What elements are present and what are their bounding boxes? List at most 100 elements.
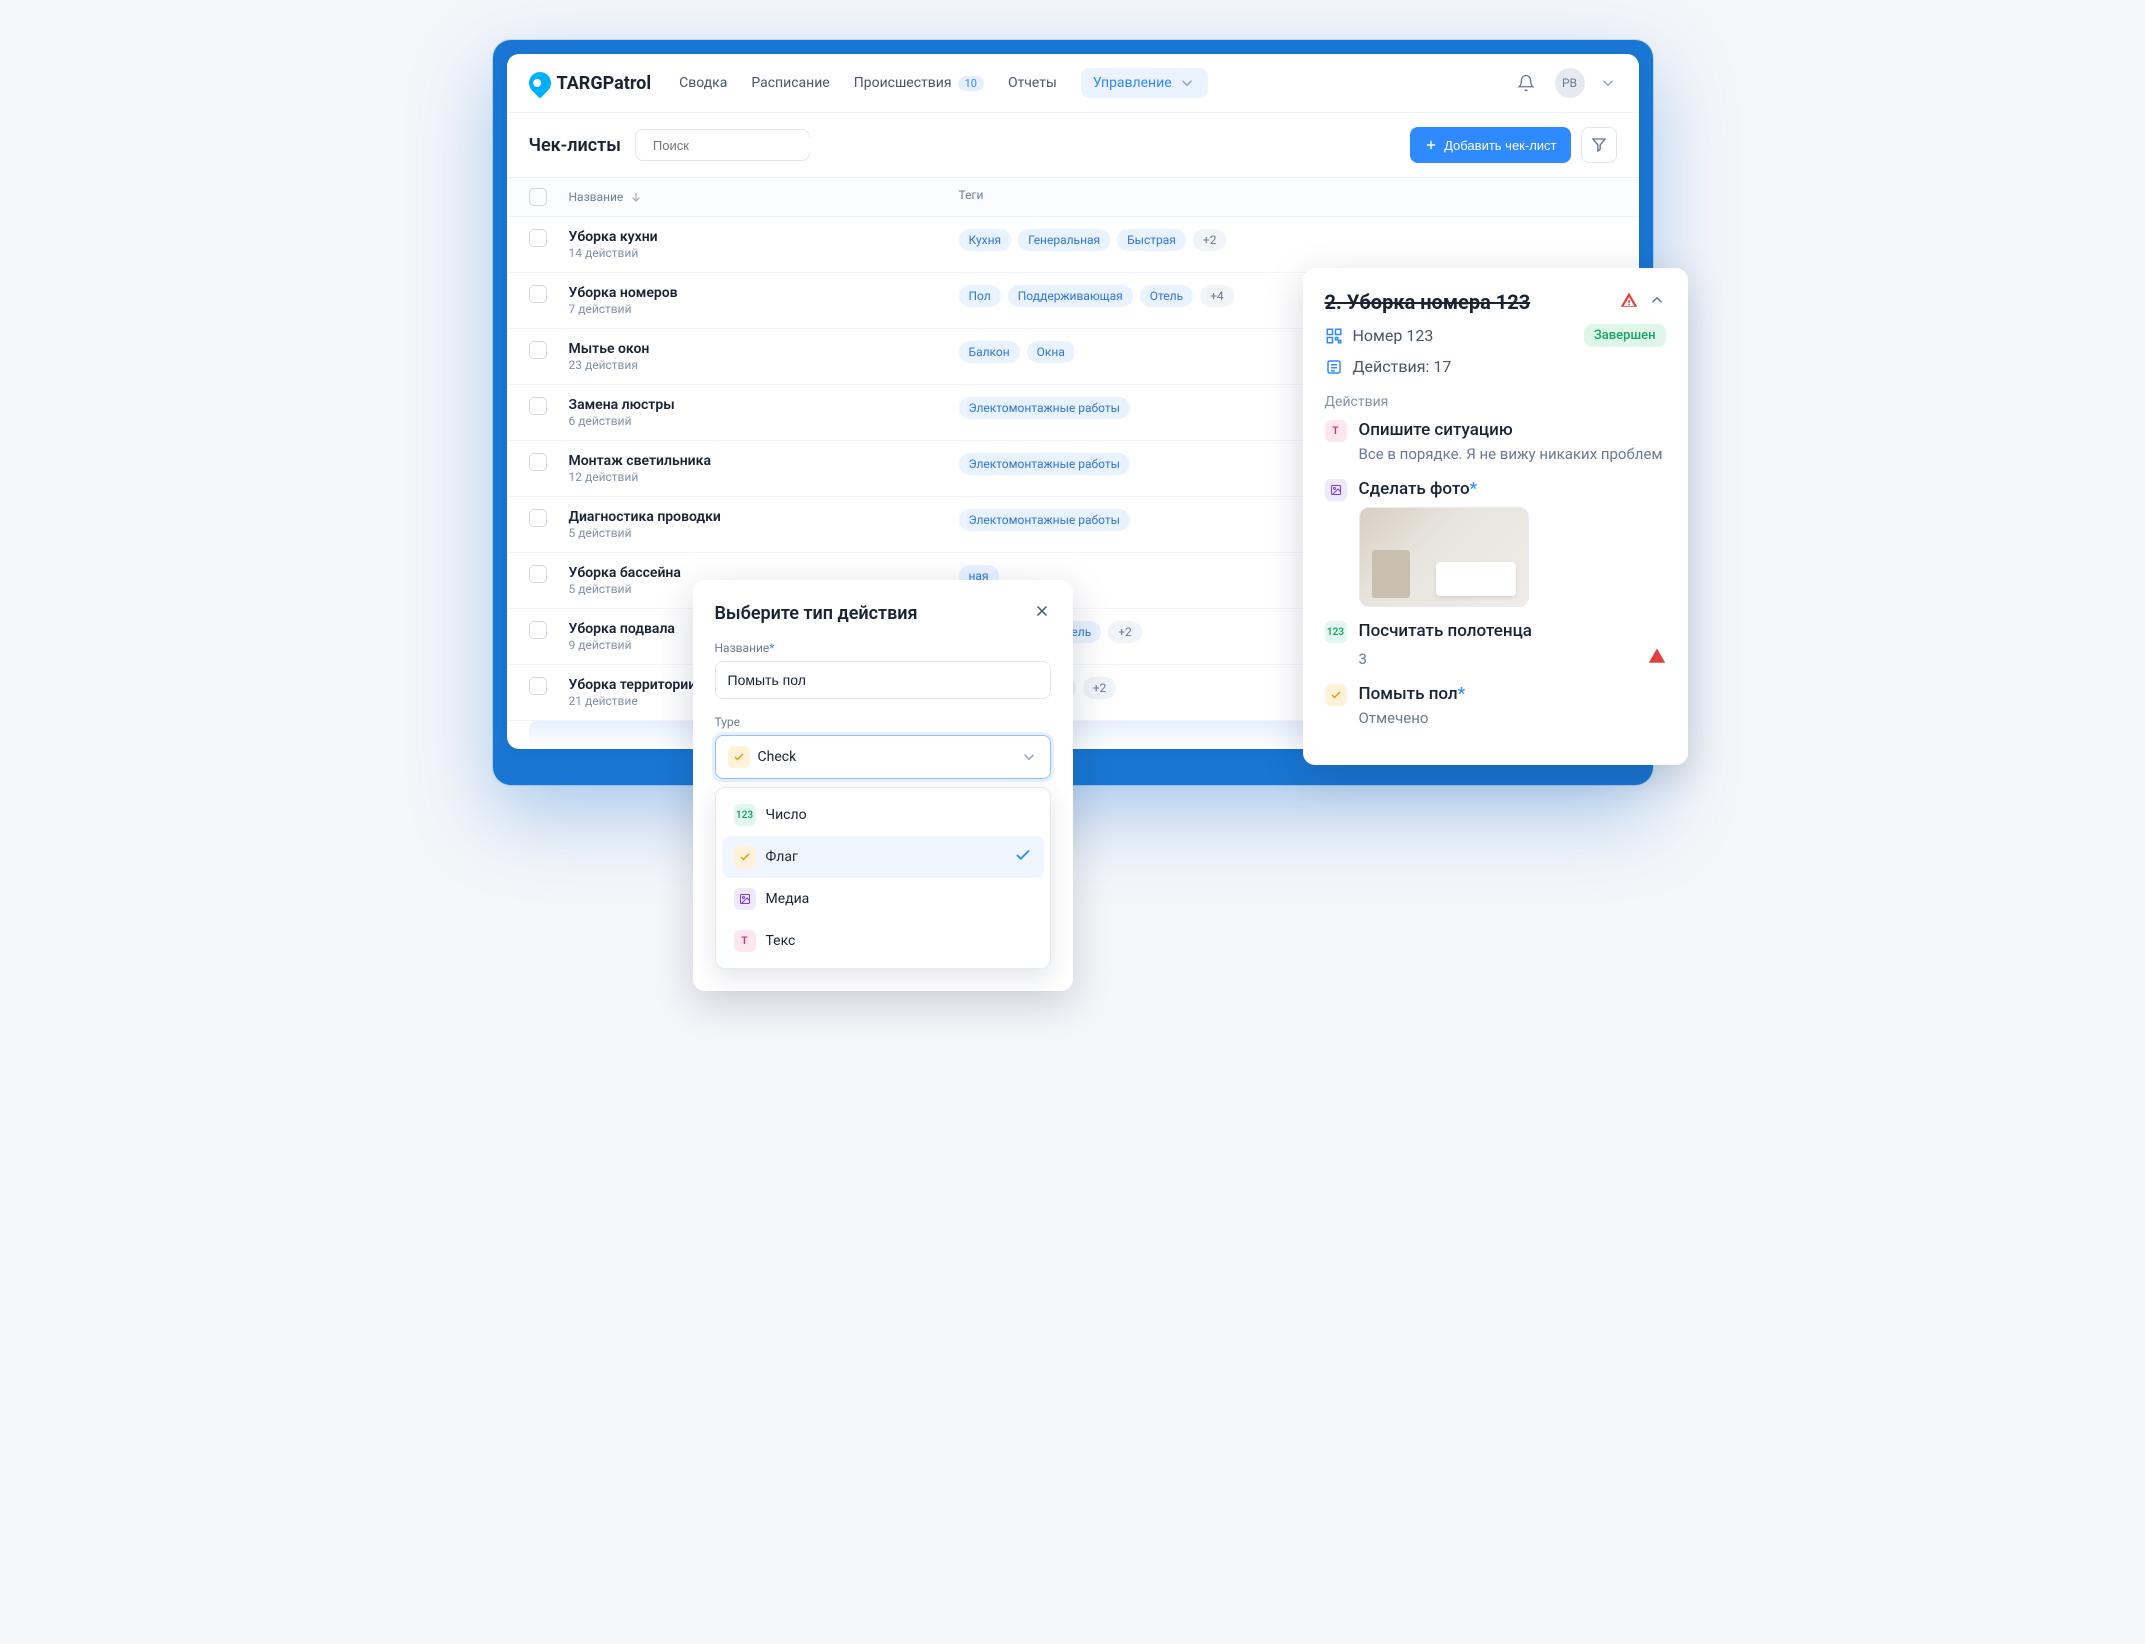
modal-close-button[interactable] <box>1033 602 1051 625</box>
tag[interactable]: Электомонтажные работы <box>959 453 1130 475</box>
row-subtitle: 21 действие <box>569 694 697 708</box>
select-all-checkbox[interactable] <box>529 188 547 206</box>
row-checkbox[interactable] <box>529 229 547 247</box>
add-checklist-button[interactable]: Добавить чек-лист <box>1410 127 1570 163</box>
row-title: Уборка бассейна <box>569 565 681 581</box>
subheader: Чек-листы Добавить чек-лист <box>507 113 1639 177</box>
nav-summary[interactable]: Сводка <box>679 75 727 91</box>
notifications-button[interactable] <box>1511 68 1541 98</box>
type-selected: Check <box>758 749 797 765</box>
row-subtitle: 5 действий <box>569 526 721 540</box>
row-checkbox[interactable] <box>529 397 547 415</box>
flag-badge-icon <box>734 846 756 868</box>
list-icon <box>1325 358 1343 376</box>
checklist-detail-panel: 2. Уборка номера 123 Номер 123 Завершен … <box>1303 268 1688 765</box>
type-dropdown: 123 Число Флаг Медиа T Текс <box>715 787 1051 969</box>
row-checkbox[interactable] <box>529 453 547 471</box>
tag[interactable]: Электомонтажные работы <box>959 509 1130 531</box>
action-count-title: Посчитать полотенца <box>1359 621 1666 641</box>
tag[interactable]: Быстрая <box>1117 229 1186 251</box>
action-photo-title: Сделать фото* <box>1359 479 1666 499</box>
tag[interactable]: Балкон <box>959 341 1020 363</box>
table-row[interactable]: Уборка кухни 14 действий КухняГенеральна… <box>507 217 1639 273</box>
modal-title: Выберите тип действия <box>715 603 918 624</box>
action-check-title: Помыть пол* <box>1359 684 1666 704</box>
warning-icon <box>1648 647 1666 669</box>
table-header: Название Теги <box>507 177 1639 217</box>
row-subtitle: 12 действий <box>569 470 711 484</box>
chevron-down-icon <box>1178 74 1196 92</box>
text-badge-icon: T <box>734 930 756 952</box>
tag[interactable]: Окна <box>1027 341 1075 363</box>
action-check: Помыть пол* Отмечено <box>1325 684 1666 729</box>
action-check-value: Отмечено <box>1359 708 1666 729</box>
action-type-modal: Выберите тип действия Название* Type Che… <box>693 580 1073 991</box>
row-checkbox[interactable] <box>529 677 547 695</box>
text-badge-icon: T <box>1325 420 1347 442</box>
row-subtitle: 7 действий <box>569 302 678 316</box>
row-title: Замена люстры <box>569 397 675 413</box>
tag[interactable]: Электомонтажные работы <box>959 397 1130 419</box>
app-header: TARGPatrol Сводка Расписание Происшестви… <box>507 54 1639 113</box>
incidents-badge: 10 <box>958 76 984 91</box>
nav-schedule[interactable]: Расписание <box>751 75 829 91</box>
number-badge-icon: 123 <box>734 804 756 826</box>
nav-incidents-label: Происшествия <box>854 75 952 91</box>
row-title: Уборка кухни <box>569 229 658 245</box>
option-flag[interactable]: Флаг <box>722 836 1044 878</box>
sort-arrow-icon <box>629 190 643 204</box>
option-media[interactable]: Медиа <box>722 878 1044 920</box>
row-title: Уборка подвала <box>569 621 675 637</box>
tag[interactable]: Пол <box>959 285 1001 307</box>
nav-incidents[interactable]: Происшествия 10 <box>854 75 984 91</box>
nav-management[interactable]: Управление <box>1081 68 1208 98</box>
qr-icon <box>1325 327 1343 345</box>
filter-button[interactable] <box>1581 127 1617 163</box>
search-input[interactable] <box>653 138 829 153</box>
col-tags[interactable]: Теги <box>959 188 1617 206</box>
tag[interactable]: Генеральная <box>1018 229 1110 251</box>
bell-icon <box>1517 74 1535 92</box>
row-checkbox[interactable] <box>529 341 547 359</box>
option-number[interactable]: 123 Число <box>722 794 1044 836</box>
warning-icon <box>1620 291 1638 313</box>
status-badge: Завершен <box>1584 324 1666 347</box>
name-field-label: Название* <box>715 641 1051 655</box>
tag-more[interactable]: +2 <box>1193 229 1227 251</box>
tag-more[interactable]: +4 <box>1200 285 1234 307</box>
type-select[interactable]: Check <box>715 735 1051 779</box>
row-checkbox[interactable] <box>529 509 547 527</box>
action-text-body: Все в порядке. Я не вижу никаких проблем <box>1359 444 1666 465</box>
tag[interactable]: Поддерживающая <box>1008 285 1133 307</box>
page-title: Чек-листы <box>529 135 621 156</box>
collapse-button[interactable] <box>1648 291 1666 313</box>
action-count-value: 3 <box>1359 649 1367 670</box>
row-checkbox[interactable] <box>529 621 547 639</box>
photo-thumbnail[interactable] <box>1359 507 1529 607</box>
room-label: Номер 123 <box>1353 326 1434 345</box>
row-title: Диагностика проводки <box>569 509 721 525</box>
nav-reports[interactable]: Отчеты <box>1008 75 1057 91</box>
row-title: Мытье окон <box>569 341 650 357</box>
chevron-up-icon <box>1648 291 1666 309</box>
row-title: Уборка номеров <box>569 285 678 301</box>
plus-icon <box>1424 138 1438 152</box>
section-label: Действия <box>1325 394 1666 410</box>
user-chevron-icon[interactable] <box>1599 74 1617 92</box>
tag-more[interactable]: +2 <box>1108 621 1142 643</box>
media-badge-icon <box>1325 479 1347 501</box>
action-photo: Сделать фото* <box>1325 479 1666 607</box>
user-avatar[interactable]: PB <box>1555 68 1585 98</box>
media-badge-icon <box>734 888 756 910</box>
tag[interactable]: Кухня <box>959 229 1012 251</box>
tag-more[interactable]: +2 <box>1083 677 1117 699</box>
row-checkbox[interactable] <box>529 285 547 303</box>
name-input[interactable] <box>715 661 1051 699</box>
tag[interactable]: Отель <box>1140 285 1193 307</box>
search-box[interactable] <box>635 129 810 161</box>
option-text[interactable]: T Текс <box>722 920 1044 962</box>
col-name[interactable]: Название <box>569 188 959 206</box>
row-checkbox[interactable] <box>529 565 547 583</box>
add-btn-label: Добавить чек-лист <box>1444 138 1556 153</box>
flag-badge-icon <box>1325 684 1347 706</box>
